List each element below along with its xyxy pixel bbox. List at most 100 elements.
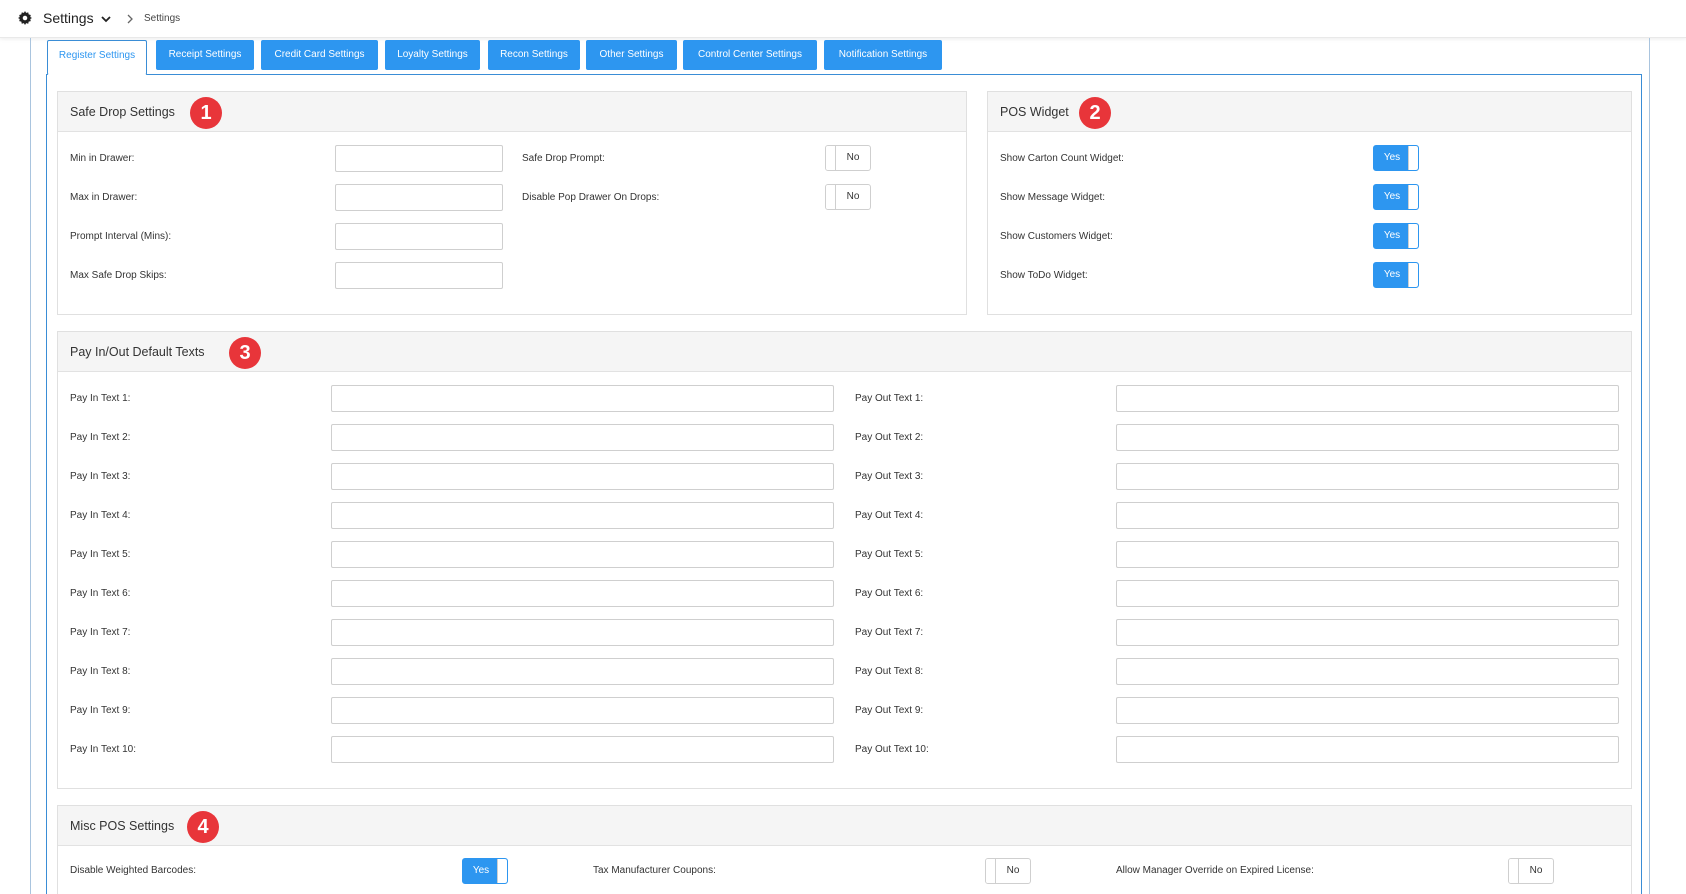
top-bar: Settings Settings — [0, 0, 1686, 38]
toggle-knob — [1408, 185, 1418, 209]
field-label: Prompt Interval (Mins): — [70, 231, 172, 242]
toggle-label: Disable Weighted Barcodes: — [70, 865, 196, 876]
pay-out-text-10-input[interactable] — [1116, 736, 1619, 763]
pay-in-label: Pay In Text 10: — [70, 744, 136, 755]
pay-out-text-8-input[interactable] — [1116, 658, 1619, 685]
pay-in-label: Pay In Text 2: — [70, 432, 131, 443]
show-carton-count-widget-toggle[interactable]: Yes — [1373, 145, 1419, 171]
toggle-value: No — [846, 191, 860, 202]
pay-in-text-6-input[interactable] — [331, 580, 834, 607]
pay-in-label: Pay In Text 8: — [70, 666, 131, 677]
tab-receipt-settings[interactable]: Receipt Settings — [156, 40, 254, 70]
toggle-knob — [1408, 224, 1418, 248]
pay-out-label: Pay Out Text 8: — [855, 666, 924, 677]
toggle-label: Tax Manufacturer Coupons: — [593, 865, 716, 876]
pay-in-out-panel: Pay In/Out Default Texts 3 Pay In Text 1… — [57, 331, 1632, 789]
toggle-value: No — [1006, 865, 1020, 876]
disable-weighted-barcodes-toggle[interactable]: Yes — [462, 858, 508, 884]
disable-pop-drawer-toggle[interactable]: No — [825, 184, 871, 210]
toggle-label: Safe Drop Prompt: — [522, 153, 605, 164]
pay-in-label: Pay In Text 7: — [70, 627, 131, 638]
toggle-label: Show Customers Widget: — [1000, 231, 1113, 242]
gear-icon — [18, 11, 32, 25]
panel-header: Misc POS Settings 4 — [58, 806, 1631, 846]
pay-out-text-4-input[interactable] — [1116, 502, 1619, 529]
pay-in-text-5-input[interactable] — [331, 541, 834, 568]
pay-out-text-1-input[interactable] — [1116, 385, 1619, 412]
pay-in-text-3-input[interactable] — [331, 463, 834, 490]
pay-out-text-9-input[interactable] — [1116, 697, 1619, 724]
pay-in-text-10-input[interactable] — [331, 736, 834, 763]
safe-drop-prompt-toggle[interactable]: No — [825, 145, 871, 171]
pay-in-label: Pay In Text 1: — [70, 393, 131, 404]
tab-loyalty-settings[interactable]: Loyalty Settings — [385, 40, 480, 70]
step-badge: 1 — [190, 97, 222, 129]
toggle-knob — [986, 859, 996, 883]
field-label: Max in Drawer: — [70, 192, 138, 203]
tab-other-settings[interactable]: Other Settings — [586, 40, 677, 70]
pay-in-text-4-input[interactable] — [331, 502, 834, 529]
pay-in-text-1-input[interactable] — [331, 385, 834, 412]
pay-out-label: Pay Out Text 5: — [855, 549, 924, 560]
chevron-down-icon[interactable] — [100, 13, 112, 25]
show-message-widget-toggle[interactable]: Yes — [1373, 184, 1419, 210]
pay-out-label: Pay Out Text 10: — [855, 744, 929, 755]
min-in-drawer-input[interactable] — [335, 145, 503, 172]
tab-credit-card-settings[interactable]: Credit Card Settings — [261, 40, 378, 70]
pay-out-text-7-input[interactable] — [1116, 619, 1619, 646]
panel-title: Misc POS Settings — [70, 819, 175, 833]
panel-title: Pay In/Out Default Texts — [70, 345, 205, 359]
tab-notification-settings[interactable]: Notification Settings — [824, 40, 942, 70]
pay-out-label: Pay Out Text 9: — [855, 705, 924, 716]
toggle-label: Show ToDo Widget: — [1000, 270, 1088, 281]
field-label: Min in Drawer: — [70, 153, 135, 164]
toggle-value: Yes — [1383, 191, 1401, 202]
pay-out-label: Pay Out Text 1: — [855, 393, 924, 404]
show-todo-widget-toggle[interactable]: Yes — [1373, 262, 1419, 288]
toggle-label: Show Carton Count Widget: — [1000, 153, 1124, 164]
chevron-right-icon — [127, 14, 133, 24]
toggle-label: Allow Manager Override on Expired Licens… — [1116, 865, 1314, 876]
pay-out-label: Pay Out Text 4: — [855, 510, 924, 521]
toggle-knob — [1408, 146, 1418, 170]
step-badge: 4 — [187, 811, 219, 843]
field-label: Max Safe Drop Skips: — [70, 270, 167, 281]
toggle-value: No — [846, 152, 860, 163]
tab-register-settings[interactable]: Register Settings — [47, 40, 147, 75]
step-badge: 3 — [229, 337, 261, 369]
toggle-knob — [1509, 859, 1519, 883]
allow-manager-override-toggle[interactable]: No — [1508, 858, 1554, 884]
toggle-knob — [1408, 263, 1418, 287]
panel-header: Safe Drop Settings 1 — [58, 92, 966, 132]
toggle-label: Disable Pop Drawer On Drops: — [522, 192, 660, 203]
pay-in-text-7-input[interactable] — [331, 619, 834, 646]
pay-in-text-9-input[interactable] — [331, 697, 834, 724]
misc-pos-settings-panel: Misc POS Settings 4 Disable Weighted Bar… — [57, 805, 1632, 894]
tab-control-center-settings[interactable]: Control Center Settings — [683, 40, 817, 70]
max-in-drawer-input[interactable] — [335, 184, 503, 211]
pay-in-text-2-input[interactable] — [331, 424, 834, 451]
pay-out-text-6-input[interactable] — [1116, 580, 1619, 607]
pay-out-text-3-input[interactable] — [1116, 463, 1619, 490]
toggle-label: Show Message Widget: — [1000, 192, 1106, 203]
tab-recon-settings[interactable]: Recon Settings — [488, 40, 580, 70]
tax-manufacturer-coupons-toggle[interactable]: No — [985, 858, 1031, 884]
toggle-value: Yes — [472, 865, 490, 876]
safe-drop-settings-panel: Safe Drop Settings 1 Min in Drawer: Max … — [57, 91, 967, 315]
step-badge: 2 — [1079, 97, 1111, 129]
prompt-interval-input[interactable] — [335, 223, 503, 250]
breadcrumb[interactable]: Settings — [144, 13, 180, 24]
pay-in-label: Pay In Text 3: — [70, 471, 131, 482]
app-menu-title[interactable]: Settings — [43, 10, 94, 26]
toggle-value: Yes — [1383, 269, 1401, 280]
max-safe-drop-skips-input[interactable] — [335, 262, 503, 289]
show-customers-widget-toggle[interactable]: Yes — [1373, 223, 1419, 249]
pay-out-text-2-input[interactable] — [1116, 424, 1619, 451]
toggle-knob — [826, 185, 836, 209]
panel-title: Safe Drop Settings — [70, 105, 175, 119]
panel-header: POS Widget 2 — [988, 92, 1631, 132]
pay-in-text-8-input[interactable] — [331, 658, 834, 685]
panel-title: POS Widget — [1000, 105, 1069, 119]
pay-in-label: Pay In Text 5: — [70, 549, 131, 560]
pay-out-text-5-input[interactable] — [1116, 541, 1619, 568]
